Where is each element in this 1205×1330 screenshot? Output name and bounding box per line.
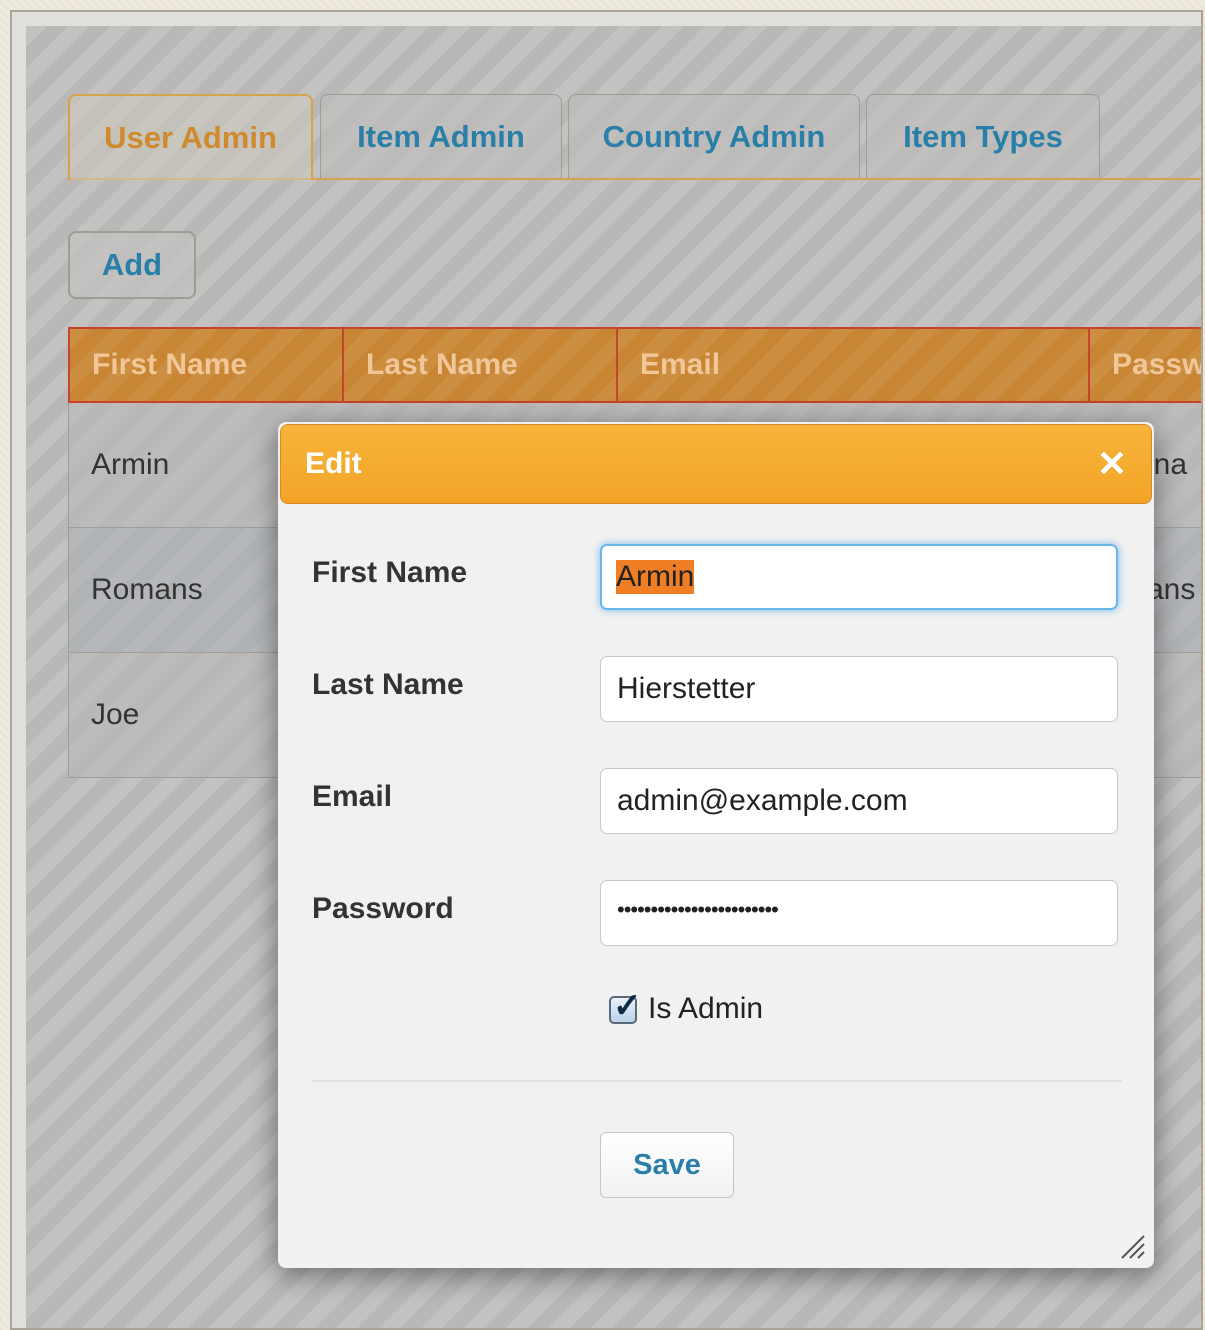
last-name-label: Last Name: [312, 668, 464, 701]
first-name-value: Armin: [616, 560, 695, 594]
first-name-label: First Name: [312, 556, 468, 589]
first-name-field[interactable]: Armin: [600, 544, 1118, 610]
column-header-email[interactable]: Email: [616, 329, 1088, 401]
cell-first-name: Armin: [91, 448, 170, 481]
cell-first-name: Romans: [91, 573, 203, 606]
table-header: First Name Last Name Email Passw: [68, 327, 1201, 403]
tab-country-admin[interactable]: Country Admin: [568, 94, 860, 178]
email-field[interactable]: admin@example.com: [600, 768, 1118, 834]
password-value: ••••••••••••••••••••••••: [617, 897, 779, 922]
column-header-first-name[interactable]: First Name: [70, 329, 342, 401]
tab-bar: User Admin Item Admin Country Admin Item…: [68, 94, 1201, 180]
tab-item-admin[interactable]: Item Admin: [320, 94, 562, 178]
password-label: Password: [312, 892, 454, 925]
column-header-password[interactable]: Passw: [1088, 329, 1201, 401]
email-value: admin@example.com: [617, 784, 908, 817]
tab-user-admin[interactable]: User Admin: [68, 94, 313, 180]
last-name-value: Hierstetter: [617, 672, 756, 705]
cell-first-name: Joe: [91, 698, 140, 731]
add-button[interactable]: Add: [68, 231, 196, 299]
is-admin-label[interactable]: Is Admin: [648, 992, 763, 1026]
column-header-last-name[interactable]: Last Name: [342, 329, 616, 401]
dialog-title: Edit: [305, 447, 362, 480]
tab-item-types[interactable]: Item Types: [866, 94, 1100, 178]
email-label: Email: [312, 780, 393, 813]
last-name-field[interactable]: Hierstetter: [600, 656, 1118, 722]
edit-dialog: Edit ✕ First Name Armin Last Name Hierst…: [278, 422, 1154, 1268]
cell-password: ans: [1147, 573, 1196, 606]
resize-handle-icon[interactable]: [1116, 1230, 1146, 1260]
dialog-titlebar[interactable]: Edit ✕: [280, 424, 1152, 504]
save-button[interactable]: Save: [600, 1132, 734, 1198]
checkmark-icon: ✓: [613, 987, 642, 1025]
password-field[interactable]: ••••••••••••••••••••••••: [600, 880, 1118, 946]
dialog-divider: [312, 1080, 1122, 1082]
is-admin-checkbox[interactable]: ✓: [609, 987, 642, 1025]
close-icon[interactable]: ✕: [1095, 445, 1129, 483]
